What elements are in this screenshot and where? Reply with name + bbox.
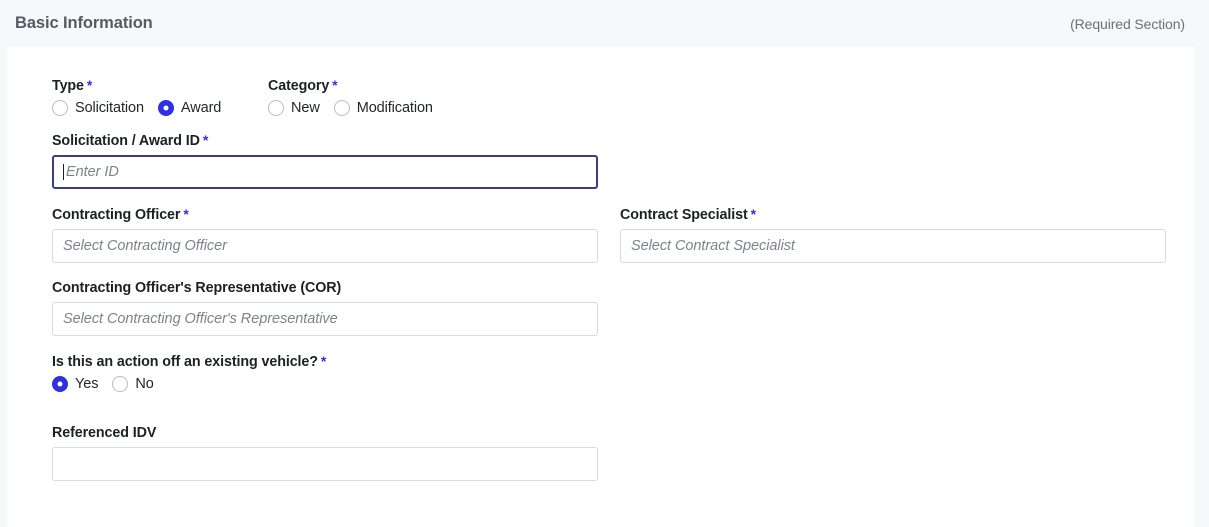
label-solicitation-award-id: Solicitation / Award ID * [52, 132, 209, 149]
officer-specialist-row: Contracting Officer * Select Contracting … [7, 206, 1194, 280]
solicitation-award-id-row: Solicitation / Award ID * Enter ID [7, 132, 1194, 206]
cor-row: Contracting Officer's Representative (CO… [7, 280, 1194, 353]
contracting-officer-input[interactable]: Select Contracting Officer [52, 229, 598, 263]
radio-icon-award[interactable] [157, 100, 174, 116]
field-group-cor: Contracting Officer's Representative (CO… [52, 280, 620, 336]
field-group-solicitation-award-id: Solicitation / Award ID * Enter ID [52, 132, 620, 189]
cor-input[interactable]: Select Contracting Officer's Representat… [52, 302, 598, 336]
solicitation-award-id-input[interactable]: Enter ID [52, 155, 598, 189]
required-asterisk: * [183, 206, 189, 222]
field-group-referenced-idv: Referenced IDV [52, 425, 620, 481]
required-asterisk: * [202, 132, 209, 148]
field-group-category: Category * New Modification [268, 77, 668, 116]
radio-label-award: Award [180, 100, 222, 116]
label-contracting-officer: Contracting Officer * [52, 206, 189, 223]
referenced-idv-row: Referenced IDV [7, 425, 1194, 498]
radio-icon-no[interactable] [112, 376, 129, 392]
page-title: Basic Information [15, 14, 153, 32]
required-asterisk: * [332, 77, 338, 93]
contracting-officer-placeholder: Select Contracting Officer [63, 238, 227, 254]
radio-option-new[interactable]: New [268, 100, 320, 116]
label-contract-specialist: Contract Specialist * [620, 206, 756, 223]
text-caret [63, 164, 64, 180]
field-group-contracting-officer: Contracting Officer * Select Contracting … [52, 206, 620, 263]
radio-group-category: New Modification [268, 100, 668, 116]
basic-information-card: Basic Information (Required Section) Typ… [7, 0, 1194, 527]
contract-specialist-placeholder: Select Contract Specialist [631, 238, 795, 254]
radio-option-yes[interactable]: Yes [52, 376, 98, 392]
field-group-existing-vehicle: Is this an action off an existing vehicl… [52, 353, 620, 392]
label-existing-vehicle: Is this an action off an existing vehicl… [52, 353, 327, 370]
radio-option-modification[interactable]: Modification [333, 100, 433, 116]
label-type: Type * [52, 77, 93, 94]
radio-icon-modification[interactable] [333, 100, 350, 116]
label-referenced-idv: Referenced IDV [52, 425, 157, 441]
radio-group-type: Solicitation Award [52, 100, 268, 116]
radio-label-modification: Modification [356, 100, 433, 116]
label-category: Category * [268, 77, 338, 94]
solicitation-award-id-placeholder: Enter ID [66, 164, 119, 180]
required-asterisk: * [750, 206, 756, 222]
field-group-type: Type * Solicitation Award [52, 77, 268, 116]
form-body: Type * Solicitation Award Category * New… [7, 47, 1194, 498]
required-asterisk: * [320, 353, 327, 369]
radio-label-new: New [291, 100, 320, 116]
radio-label-no: No [135, 376, 154, 392]
cor-placeholder: Select Contracting Officer's Representat… [63, 311, 338, 327]
section-header: Basic Information (Required Section) [7, 0, 1194, 47]
page-background: Basic Information (Required Section) Typ… [0, 0, 1209, 527]
type-category-row: Type * Solicitation Award Category * New… [7, 77, 1194, 116]
radio-option-award[interactable]: Award [157, 100, 222, 116]
required-asterisk: * [86, 77, 93, 93]
radio-icon-new[interactable] [268, 100, 284, 116]
radio-option-no[interactable]: No [112, 376, 154, 392]
referenced-idv-input[interactable] [52, 447, 598, 481]
radio-icon-yes[interactable] [52, 376, 68, 392]
radio-option-solicitation[interactable]: Solicitation [52, 100, 144, 116]
contract-specialist-input[interactable]: Select Contract Specialist [620, 229, 1166, 263]
radio-label-yes: Yes [75, 376, 99, 392]
label-cor: Contracting Officer's Representative (CO… [52, 280, 342, 296]
radio-group-existing-vehicle: Yes No [52, 376, 620, 392]
existing-vehicle-row: Is this an action off an existing vehicl… [7, 353, 1194, 409]
radio-label-solicitation: Solicitation [75, 100, 144, 116]
field-group-contract-specialist: Contract Specialist * Select Contract Spe… [620, 206, 1166, 263]
required-section-note: (Required Section) [1070, 15, 1185, 32]
radio-icon-solicitation[interactable] [52, 100, 68, 116]
